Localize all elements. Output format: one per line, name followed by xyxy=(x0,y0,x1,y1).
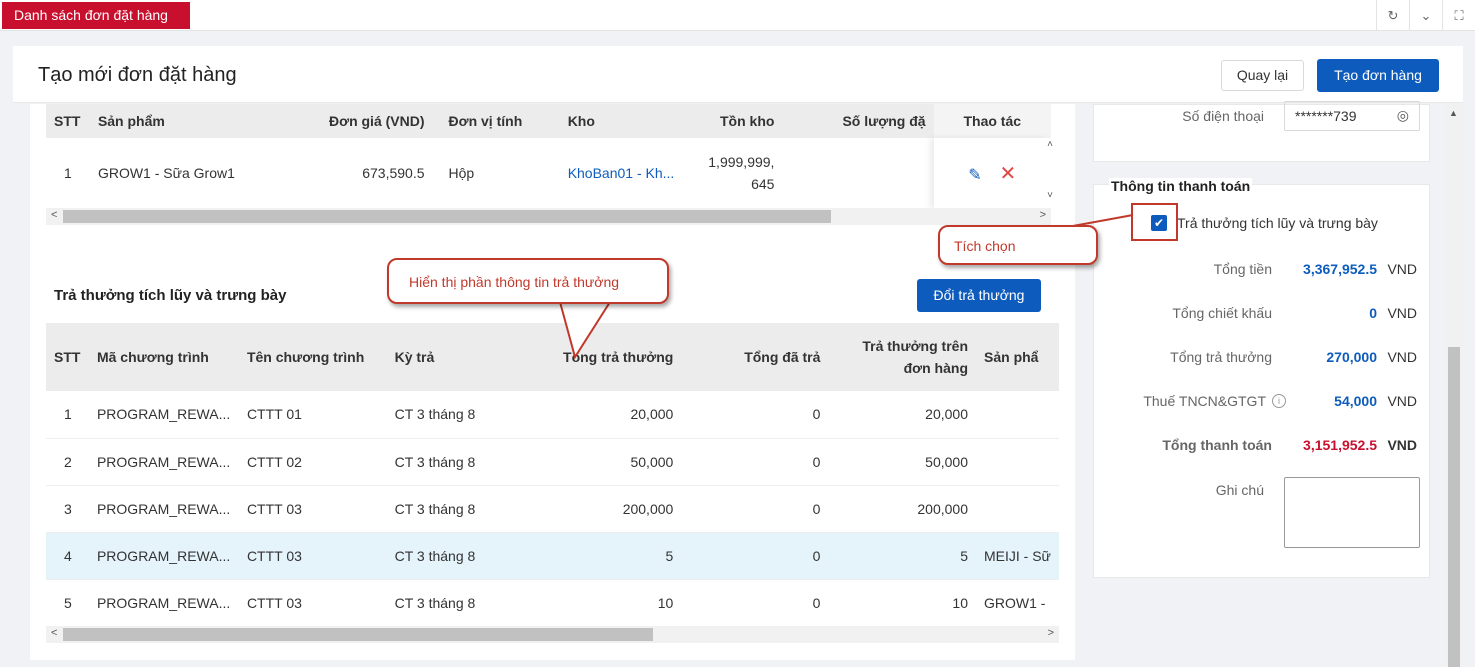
annotation-overlay xyxy=(558,203,1178,360)
checkbox-highlight-box xyxy=(1131,203,1178,241)
callout-reward-pointer xyxy=(558,301,612,360)
callout-tick: Tích chọn xyxy=(938,225,1098,265)
callout-reward: Hiển thị phần thông tin trả thưởng xyxy=(387,258,669,304)
